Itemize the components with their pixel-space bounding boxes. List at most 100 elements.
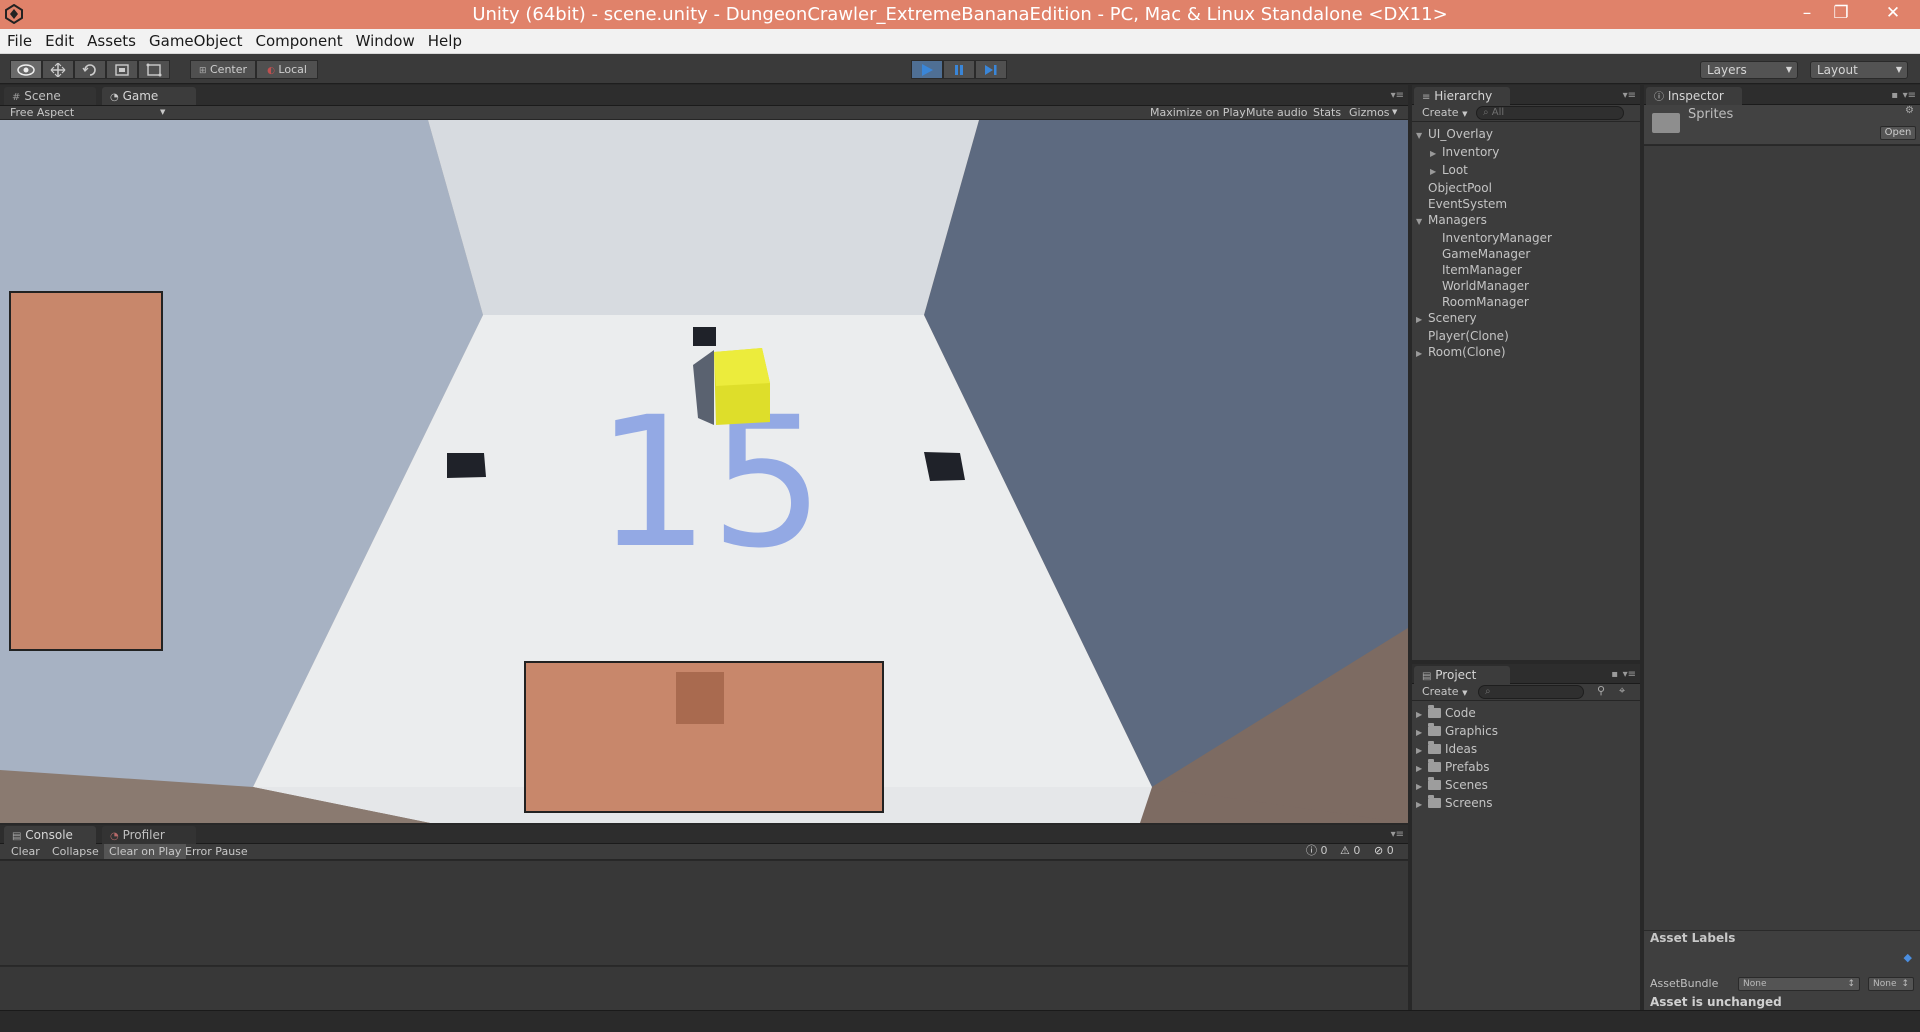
play-button[interactable] (911, 60, 943, 79)
maximize-on-play-toggle[interactable]: Maximize on Play (1150, 106, 1246, 119)
hierarchy-create-dropdown[interactable]: Create ▼ (1422, 106, 1467, 121)
mute-audio-toggle[interactable]: Mute audio (1246, 106, 1308, 119)
aspect-dropdown[interactable]: Free Aspect (10, 106, 74, 119)
list-item[interactable]: ▶ Scenery (1416, 310, 1552, 328)
filter-by-type-icon[interactable]: ⚲ (1597, 684, 1605, 698)
menu-gameobject[interactable]: GameObject (142, 29, 249, 50)
console-log-area[interactable] (0, 861, 1408, 965)
warning-count[interactable]: ⚠ 0 (1340, 844, 1360, 858)
panel-menu-icon[interactable]: ▾≡ (1903, 90, 1916, 101)
list-item[interactable]: ▼ UI_Overlay (1416, 126, 1552, 144)
tab-project[interactable]: ▤ Project (1414, 666, 1510, 684)
list-item[interactable]: ▶ Loot (1416, 162, 1552, 180)
list-item[interactable]: ▶ Prefabs (1416, 759, 1498, 777)
menu-help[interactable]: Help (421, 29, 468, 50)
panel-menu-icon[interactable]: ▾≡ (1623, 90, 1636, 101)
triangle-right-icon: ▶ (1416, 782, 1423, 791)
tab-scene[interactable]: # Scene (4, 87, 96, 105)
step-button[interactable] (975, 60, 1007, 79)
lock-icon[interactable]: ▪ (1891, 90, 1898, 101)
filter-by-label-icon[interactable]: ⌖ (1619, 684, 1625, 698)
lock-icon[interactable]: ▪ (1611, 669, 1618, 680)
layers-label: Layers (1707, 63, 1747, 77)
chevron-down-icon: ▼ (1462, 110, 1468, 118)
list-item[interactable]: ItemManager (1416, 262, 1552, 278)
chevron-down-icon: ▼ (1462, 689, 1468, 697)
project-search-input[interactable]: ⌕ (1478, 685, 1584, 699)
asset-bundle-variant-dropdown[interactable]: None ↕ (1868, 977, 1914, 991)
tab-console[interactable]: ▤ Console (4, 826, 96, 844)
info-count[interactable]: ⓘ 0 (1306, 844, 1328, 858)
menu-window[interactable]: Window (349, 29, 421, 50)
collapse-button[interactable]: Collapse (47, 845, 104, 858)
list-item[interactable]: GameManager (1416, 246, 1552, 262)
project-create-dropdown[interactable]: Create ▼ (1422, 685, 1467, 700)
list-item[interactable]: ▶ Inventory (1416, 144, 1552, 162)
game-view-bar: Free Aspect ▼ Maximize on Play Mute audi… (0, 106, 1408, 120)
asset-bundle-value: None (1743, 979, 1767, 989)
pause-button[interactable] (943, 60, 975, 79)
list-item-label: GameManager (1442, 247, 1531, 261)
settings-gear-icon[interactable]: ⚙ (1905, 105, 1914, 116)
enemy-cube (693, 327, 716, 346)
pivot-center-button[interactable]: ⊞ Center (190, 60, 256, 79)
project-toolbar: Create ▼ ⌕ ⚲ ⌖ (1412, 684, 1640, 701)
clear-on-play-toggle[interactable]: Clear on Play (104, 844, 187, 859)
list-item[interactable]: RoomManager (1416, 294, 1552, 310)
project-create-label: Create (1422, 685, 1459, 698)
list-item[interactable]: ▼ Managers (1416, 212, 1552, 230)
rotate-tool-button[interactable] (74, 60, 106, 79)
panel-menu-icon[interactable]: ▾≡ (1623, 669, 1636, 680)
rect-tool-button[interactable] (138, 60, 170, 79)
console-detail-area[interactable] (0, 966, 1408, 1010)
open-button[interactable]: Open (1880, 126, 1916, 140)
gizmos-dropdown[interactable]: Gizmos (1349, 106, 1390, 119)
list-item[interactable]: ▶ Scenes (1416, 777, 1498, 795)
hierarchy-search-input[interactable]: ⌕ All (1476, 106, 1624, 120)
error-count[interactable]: ⊘ 0 (1374, 844, 1394, 858)
list-item-label: Scenery (1428, 311, 1477, 325)
panel-menu-icon[interactable]: ▾≡ (1391, 90, 1404, 101)
move-tool-button[interactable] (42, 60, 74, 79)
tab-inspector[interactable]: ⓘ Inspector (1646, 87, 1742, 105)
menu-component[interactable]: Component (249, 29, 349, 50)
list-item[interactable]: InventoryManager (1416, 230, 1552, 246)
list-item-label: ObjectPool (1428, 181, 1492, 195)
list-item[interactable]: ▶ Code (1416, 705, 1498, 723)
list-item[interactable]: ▶ Ideas (1416, 741, 1498, 759)
menu-assets[interactable]: Assets (80, 29, 142, 50)
error-pause-toggle[interactable]: Error Pause (180, 845, 253, 858)
close-button[interactable]: ✕ (1870, 0, 1916, 28)
tag-icon[interactable]: ◆ (1904, 951, 1912, 964)
list-item[interactable]: ▶ Room(Clone) (1416, 344, 1552, 362)
menu-edit[interactable]: Edit (38, 29, 80, 50)
tab-hierarchy[interactable]: ≡ Hierarchy (1414, 87, 1510, 105)
folder-icon (1428, 759, 1441, 772)
list-item[interactable]: ▶ Screens (1416, 795, 1498, 813)
list-item[interactable]: EventSystem (1416, 196, 1552, 212)
maximize-button[interactable]: ❐ (1824, 0, 1858, 28)
triangle-right-icon: ▶ (1416, 728, 1423, 737)
asset-bundle-dropdown[interactable]: None ↕ (1738, 977, 1860, 991)
clear-button[interactable]: Clear (6, 845, 45, 858)
hand-tool-button[interactable] (10, 60, 42, 79)
pivot-local-button[interactable]: ◐ Local (256, 60, 318, 79)
minimize-button[interactable]: – (1790, 0, 1824, 28)
tab-game[interactable]: ◔ Game (102, 87, 196, 105)
tab-profiler[interactable]: ◔ Profiler (102, 826, 196, 844)
list-item[interactable]: WorldManager (1416, 278, 1552, 294)
search-icon: ⌕ (1483, 107, 1489, 118)
scale-tool-button[interactable] (106, 60, 138, 79)
layout-dropdown[interactable]: Layout ▼ (1810, 61, 1908, 79)
game-view[interactable]: 15 (0, 120, 1408, 823)
layers-dropdown[interactable]: Layers ▼ (1700, 61, 1798, 79)
window-title: Unity (64bit) - scene.unity - DungeonCra… (472, 4, 1448, 25)
list-item[interactable]: Player(Clone) (1416, 328, 1552, 344)
error-icon: ⊘ (1374, 844, 1384, 857)
stats-toggle[interactable]: Stats (1313, 106, 1341, 119)
panel-menu-icon[interactable]: ▾≡ (1391, 829, 1404, 840)
list-item[interactable]: ObjectPool (1416, 180, 1552, 196)
triangle-right-icon: ▶ (1430, 167, 1437, 176)
menu-file[interactable]: File (0, 29, 38, 50)
list-item[interactable]: ▶ Graphics (1416, 723, 1498, 741)
